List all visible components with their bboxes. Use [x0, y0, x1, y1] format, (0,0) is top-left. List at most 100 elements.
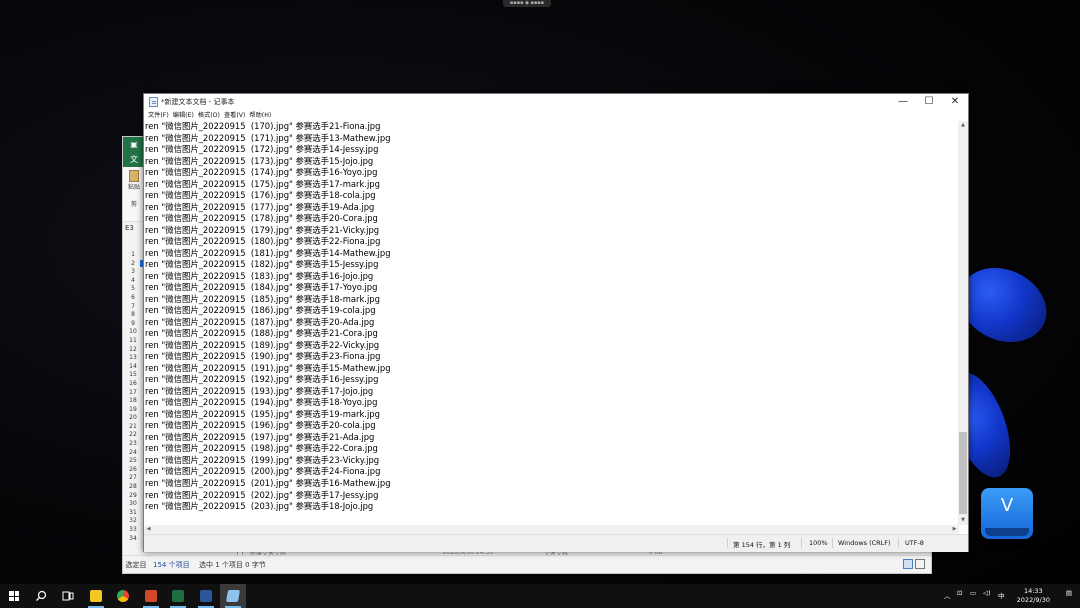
text-line[interactable]: ren "微信图片_20220915 (170).jpg" 参赛选手21-Fio… — [145, 121, 958, 133]
text-line[interactable]: ren "微信图片_20220915 (182).jpg" 参赛选手15-Jes… — [145, 259, 958, 271]
row-header[interactable]: 16 — [125, 380, 141, 389]
row-header[interactable]: 23 — [125, 440, 141, 449]
minimize-button[interactable]: — — [890, 94, 916, 110]
paste-button[interactable]: 粘贴 — [123, 182, 145, 191]
text-line[interactable]: ren "微信图片_20220915 (186).jpg" 参赛选手19-col… — [145, 305, 958, 317]
row-header[interactable]: 17 — [125, 389, 141, 398]
text-line[interactable]: ren "微信图片_20220915 (185).jpg" 参赛选手18-mar… — [145, 294, 958, 306]
row-header[interactable]: 2 — [125, 260, 141, 269]
close-button[interactable]: ✕ — [942, 94, 968, 110]
row-header[interactable]: 10 — [125, 328, 141, 337]
row-header[interactable]: 26 — [125, 466, 141, 475]
text-line[interactable]: ren "微信图片_20220915 (197).jpg" 参赛选手21-Ada… — [145, 432, 958, 444]
save-icon[interactable]: ▣ — [123, 140, 145, 149]
row-header[interactable]: 12 — [125, 346, 141, 355]
row-header[interactable]: 1 — [125, 251, 141, 260]
row-header[interactable]: 6 — [125, 294, 141, 303]
row-header[interactable]: 4 — [125, 277, 141, 286]
task-view-button[interactable] — [55, 584, 81, 608]
text-line[interactable]: ren "微信图片_20220915 (189).jpg" 参赛选手22-Vic… — [145, 340, 958, 352]
text-line[interactable]: ren "微信图片_20220915 (199).jpg" 参赛选手23-Vic… — [145, 455, 958, 467]
row-header[interactable]: 3 — [125, 268, 141, 277]
menu-file[interactable]: 文件(F) — [146, 110, 171, 121]
text-line[interactable]: ren "微信图片_20220915 (194).jpg" 参赛选手18-Yoy… — [145, 397, 958, 409]
text-editor[interactable]: ren "微信图片_20220915 (170).jpg" 参赛选手21-Fio… — [145, 121, 958, 533]
search-button[interactable] — [28, 584, 54, 608]
scroll-down-icon[interactable]: ▼ — [958, 516, 968, 525]
text-line[interactable]: ren "微信图片_20220915 (200).jpg" 参赛选手24-Fio… — [145, 466, 958, 478]
excel-save-area[interactable]: ▣ 文 — [123, 137, 145, 167]
clock[interactable]: 14:33 2022/9/30 — [1017, 587, 1050, 605]
text-line[interactable]: ren "微信图片_20220915 (179).jpg" 参赛选手21-Vic… — [145, 225, 958, 237]
volume-icon[interactable]: ◁) — [983, 589, 991, 597]
text-line[interactable]: ren "微信图片_20220915 (178).jpg" 参赛选手20-Cor… — [145, 213, 958, 225]
row-header[interactable]: 31 — [125, 509, 141, 518]
text-line[interactable]: ren "微信图片_20220915 (202).jpg" 参赛选手17-Jes… — [145, 490, 958, 502]
taskbar-excel[interactable] — [165, 584, 191, 608]
view-switcher[interactable] — [903, 559, 925, 569]
network-icon[interactable]: ⊡ — [957, 589, 962, 597]
text-line[interactable]: ren "微信图片_20220915 (188).jpg" 参赛选手21-Cor… — [145, 328, 958, 340]
menu-format[interactable]: 格式(O) — [196, 110, 222, 121]
text-line[interactable]: ren "微信图片_20220915 (181).jpg" 参赛选手14-Mat… — [145, 248, 958, 260]
row-header[interactable]: 27 — [125, 474, 141, 483]
text-line[interactable]: ren "微信图片_20220915 (180).jpg" 参赛选手22-Fio… — [145, 236, 958, 248]
text-line[interactable]: ren "微信图片_20220915 (175).jpg" 参赛选手17-mar… — [145, 179, 958, 191]
text-line[interactable]: ren "微信图片_20220915 (191).jpg" 参赛选手15-Mat… — [145, 363, 958, 375]
large-icons-view-icon[interactable] — [915, 559, 925, 569]
row-header[interactable]: 5 — [125, 285, 141, 294]
text-line[interactable]: ren "微信图片_20220915 (187).jpg" 参赛选手20-Ada… — [145, 317, 958, 329]
text-line[interactable]: ren "微信图片_20220915 (183).jpg" 参赛选手16-Joj… — [145, 271, 958, 283]
row-header[interactable]: 25 — [125, 457, 141, 466]
menu-bar[interactable]: 文件(F) 编辑(E) 格式(O) 查看(V) 帮助(H) — [144, 110, 968, 121]
row-header[interactable]: 11 — [125, 337, 141, 346]
floating-v-app-button[interactable]: V — [981, 488, 1033, 539]
scroll-right-icon[interactable]: ▶ — [950, 525, 959, 534]
taskbar-notepad[interactable] — [220, 584, 246, 608]
text-line[interactable]: ren "微信图片_20220915 (176).jpg" 参赛选手18-col… — [145, 190, 958, 202]
menu-view[interactable]: 查看(V) — [222, 110, 247, 121]
text-line[interactable]: ren "微信图片_20220915 (174).jpg" 参赛选手16-Yoy… — [145, 167, 958, 179]
text-line[interactable]: ren "微信图片_20220915 (177).jpg" 参赛选手19-Ada… — [145, 202, 958, 214]
row-header[interactable]: 30 — [125, 500, 141, 509]
row-header[interactable]: 9 — [125, 320, 141, 329]
scroll-left-icon[interactable]: ◀ — [144, 525, 153, 534]
horizontal-scrollbar[interactable]: ◀ ▶ — [144, 525, 959, 534]
menu-help[interactable]: 帮助(H) — [247, 110, 273, 121]
text-line[interactable]: ren "微信图片_20220915 (192).jpg" 参赛选手16-Jes… — [145, 374, 958, 386]
text-line[interactable]: ren "微信图片_20220915 (195).jpg" 参赛选手19-mar… — [145, 409, 958, 421]
taskbar-file-explorer[interactable] — [83, 584, 109, 608]
maximize-button[interactable]: ☐ — [916, 94, 942, 110]
row-header[interactable]: 22 — [125, 431, 141, 440]
scroll-up-icon[interactable]: ▲ — [958, 121, 968, 130]
row-header[interactable]: 13 — [125, 354, 141, 363]
row-header[interactable]: 20 — [125, 414, 141, 423]
row-header[interactable]: 32 — [125, 517, 141, 526]
row-header[interactable]: 18 — [125, 397, 141, 406]
text-line[interactable]: ren "微信图片_20220915 (190).jpg" 参赛选手23-Fio… — [145, 351, 958, 363]
text-line[interactable]: ren "微信图片_20220915 (173).jpg" 参赛选手15-Joj… — [145, 156, 958, 168]
row-header[interactable]: 7 — [125, 303, 141, 312]
text-line[interactable]: ren "微信图片_20220915 (201).jpg" 参赛选手16-Mat… — [145, 478, 958, 490]
ime-indicator[interactable]: 中 — [998, 590, 1005, 600]
taskbar-chrome[interactable] — [110, 584, 136, 608]
row-header[interactable]: 19 — [125, 406, 141, 415]
row-header[interactable]: 33 — [125, 526, 141, 535]
taskbar-word[interactable] — [193, 584, 219, 608]
row-header[interactable]: 29 — [125, 492, 141, 501]
row-header[interactable]: 8 — [125, 311, 141, 320]
vertical-scrollbar[interactable]: ▲ ▼ — [958, 121, 968, 525]
file-tab[interactable]: 文 — [123, 154, 145, 165]
text-line[interactable]: ren "微信图片_20220915 (184).jpg" 参赛选手17-Yoy… — [145, 282, 958, 294]
scroll-thumb[interactable] — [959, 432, 967, 514]
title-bar[interactable]: *新建文本文档 - 记事本 — ☐ ✕ — [144, 94, 968, 110]
start-button[interactable] — [1, 584, 27, 608]
row-header[interactable]: 15 — [125, 371, 141, 380]
text-line[interactable]: ren "微信图片_20220915 (196).jpg" 参赛选手20-col… — [145, 420, 958, 432]
clipboard-group[interactable]: 粘贴 剪 — [123, 167, 145, 222]
text-line[interactable]: ren "微信图片_20220915 (172).jpg" 参赛选手14-Jes… — [145, 144, 958, 156]
text-line[interactable]: ren "微信图片_20220915 (193).jpg" 参赛选手17-Joj… — [145, 386, 958, 398]
taskbar-powerpoint[interactable] — [138, 584, 164, 608]
text-line[interactable]: ren "微信图片_20220915 (203).jpg" 参赛选手18-Joj… — [145, 501, 958, 513]
notepad-window[interactable]: *新建文本文档 - 记事本 — ☐ ✕ 文件(F) 编辑(E) 格式(O) 查看… — [143, 93, 969, 552]
